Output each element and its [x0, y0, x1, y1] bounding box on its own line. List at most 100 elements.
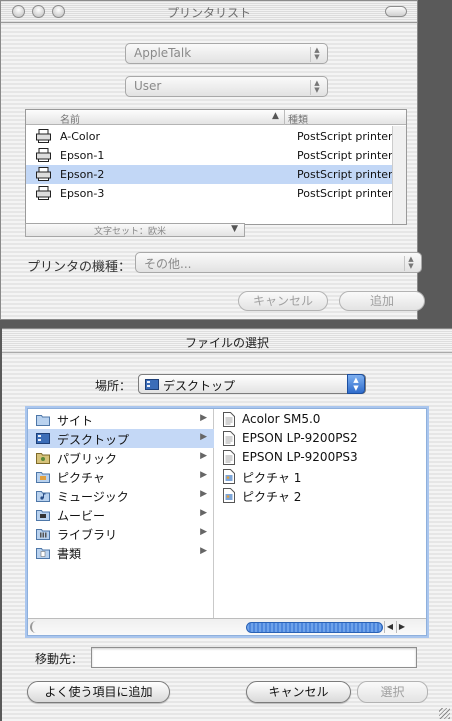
location-popup[interactable]: デスクトップ ▲ ▼: [138, 374, 366, 394]
sidebar-item-label: 書類: [57, 547, 82, 561]
popup-arrows-icon: ▲ ▼: [310, 80, 323, 95]
printer-name: Epson-2: [60, 168, 105, 181]
printer-name: Epson-1: [60, 149, 105, 162]
printer-row[interactable]: Epson-3 PostScript printer: [26, 184, 393, 203]
connection-type-popup[interactable]: AppleTalk ▲ ▼: [125, 43, 328, 64]
sheet-title-bar: ファイルの選択: [2, 329, 452, 353]
cancel-button[interactable]: キャンセル: [238, 291, 328, 311]
file-chooser-sheet: ファイルの選択 場所： デスクトップ ▲ ▼ サイト ▶ デスクトップ ▶ パブリ…: [2, 328, 452, 721]
sort-ascending-icon[interactable]: ▲: [272, 111, 279, 121]
document-icon: [223, 412, 235, 427]
printer-list[interactable]: 名前 ▲ 種類 A-Color PostScript printer Epson…: [25, 109, 407, 225]
popup-arrows-icon: ▲ ▼: [310, 47, 323, 62]
folder-icon: [36, 453, 50, 464]
sidebar-item-desktop[interactable]: デスクトップ ▶: [28, 429, 214, 448]
printer-row[interactable]: A-Color PostScript printer: [26, 127, 393, 146]
printer-row-selected[interactable]: Epson-2 PostScript printer: [26, 165, 393, 184]
printer-row[interactable]: Epson-1 PostScript printer: [26, 146, 393, 165]
list-header: 名前 ▲ 種類: [26, 110, 406, 126]
folder-icon: [36, 415, 50, 426]
printer-icon: [36, 186, 51, 200]
chevron-down-icon: ▼: [231, 224, 238, 234]
add-button[interactable]: 追加: [339, 291, 425, 311]
resize-grip-icon[interactable]: [439, 708, 450, 719]
file-item-label: ピクチャ 2: [242, 490, 302, 504]
sidebar-item-movies[interactable]: ムービー ▶: [28, 505, 214, 524]
chevron-right-icon: ▶: [200, 451, 207, 461]
desktop-icon: [145, 379, 159, 390]
printer-model-popup[interactable]: その他... ▲ ▼: [135, 252, 422, 273]
choose-button[interactable]: 選択: [357, 681, 428, 703]
charset-value: 文字セット：欧米: [94, 227, 167, 237]
list-vertical-scrollbar[interactable]: [392, 126, 406, 224]
music-folder-icon: [36, 491, 50, 502]
printer-model-value: その他...: [144, 257, 192, 271]
file-item-label: EPSON LP-9200PS2: [242, 431, 358, 445]
printer-kind: PostScript printer: [297, 168, 393, 181]
scroll-right-arrow-icon[interactable]: ▶: [396, 621, 407, 633]
sidebar-item-label: ライブラリ: [57, 528, 118, 542]
sidebar-item-documents[interactable]: 書類 ▶: [28, 543, 214, 562]
horizontal-scrollbar[interactable]: ◀ ▶: [28, 618, 426, 635]
location-value: デスクトップ: [163, 379, 236, 393]
popup-arrows-icon: ▲ ▼: [404, 256, 417, 271]
printer-icon: [36, 167, 51, 181]
file-item[interactable]: ピクチャ 1: [215, 467, 426, 486]
connection-type-value: AppleTalk: [134, 46, 192, 60]
sidebar-item-library[interactable]: ライブラリ ▶: [28, 524, 214, 543]
chevron-right-icon: ▶: [200, 413, 207, 423]
printer-list-window: プリンタリスト AppleTalk ▲ ▼ User ▲ ▼ 名前 ▲ 種類 A-C…: [0, 0, 425, 320]
library-folder-icon: [36, 529, 50, 540]
scroll-left-arrow-icon[interactable]: ◀: [384, 621, 395, 633]
sidebar-item-label: サイト: [57, 414, 94, 428]
printer-kind: PostScript printer: [297, 130, 393, 143]
printer-name: A-Color: [60, 130, 100, 143]
sidebar-item-label: ミュージック: [57, 490, 129, 504]
sidebar-item-pictures[interactable]: ピクチャ ▶: [28, 467, 214, 486]
column-header-name[interactable]: 名前: [60, 111, 80, 126]
location-label: 場所：: [95, 379, 132, 393]
column-header-kind[interactable]: 種類: [288, 111, 308, 126]
scroll-thumb[interactable]: [246, 622, 383, 633]
document-icon: [223, 450, 235, 465]
file-item[interactable]: Acolor SM5.0: [215, 410, 426, 429]
destination-field[interactable]: [91, 647, 417, 668]
sidebar-item-site[interactable]: サイト ▶: [28, 410, 214, 429]
charset-popup[interactable]: 文字セット：欧米 ▼: [25, 223, 245, 237]
printer-icon: [36, 148, 51, 162]
pictures-folder-icon: [36, 472, 50, 483]
toolbar-toggle-button[interactable]: [385, 6, 407, 17]
printer-model-label: プリンタの機種：: [27, 260, 132, 275]
sheet-title: ファイルの選択: [184, 336, 269, 350]
printer-name: Epson-3: [60, 187, 105, 200]
chevron-right-icon: ▶: [200, 432, 207, 442]
window-title: プリンタリスト: [166, 6, 251, 20]
file-item-label: ピクチャ 1: [242, 471, 302, 485]
browser-column-places[interactable]: サイト ▶ デスクトップ ▶ パブリック ▶ ピクチャ ▶ ミュージック ▶ ム…: [28, 409, 214, 618]
chevron-right-icon: ▶: [200, 489, 207, 499]
printer-kind: PostScript printer: [297, 149, 393, 162]
popup-arrows-icon: ▲ ▼: [347, 374, 365, 394]
printer-icon: [36, 129, 51, 143]
column-browser[interactable]: サイト ▶ デスクトップ ▶ パブリック ▶ ピクチャ ▶ ミュージック ▶ ム…: [27, 408, 427, 636]
add-to-favorites-button[interactable]: よく使う項目に追加: [27, 681, 170, 703]
zone-value: User: [134, 79, 162, 93]
file-item[interactable]: ピクチャ 2: [215, 486, 426, 505]
browser-column-desktop[interactable]: Acolor SM5.0 EPSON LP-9200PS2 EPSON LP-9…: [215, 409, 426, 618]
sidebar-item-label: ピクチャ: [57, 471, 105, 485]
zone-popup[interactable]: User ▲ ▼: [125, 76, 328, 97]
cancel-button[interactable]: キャンセル: [246, 681, 351, 703]
sidebar-item-public[interactable]: パブリック ▶: [28, 448, 214, 467]
file-item[interactable]: EPSON LP-9200PS3: [215, 448, 426, 467]
window-title-bar[interactable]: プリンタリスト: [1, 1, 417, 23]
chevron-right-icon: ▶: [200, 508, 207, 518]
documents-folder-icon: [36, 548, 50, 559]
sidebar-item-music[interactable]: ミュージック ▶: [28, 486, 214, 505]
sidebar-item-label: ムービー: [57, 509, 106, 523]
movies-folder-icon: [36, 510, 50, 521]
file-item[interactable]: EPSON LP-9200PS2: [215, 429, 426, 448]
destination-label: 移動先：: [35, 652, 84, 666]
picture-file-icon: [223, 488, 235, 503]
sidebar-item-label: デスクトップ: [57, 433, 130, 447]
file-item-label: EPSON LP-9200PS3: [242, 450, 358, 464]
